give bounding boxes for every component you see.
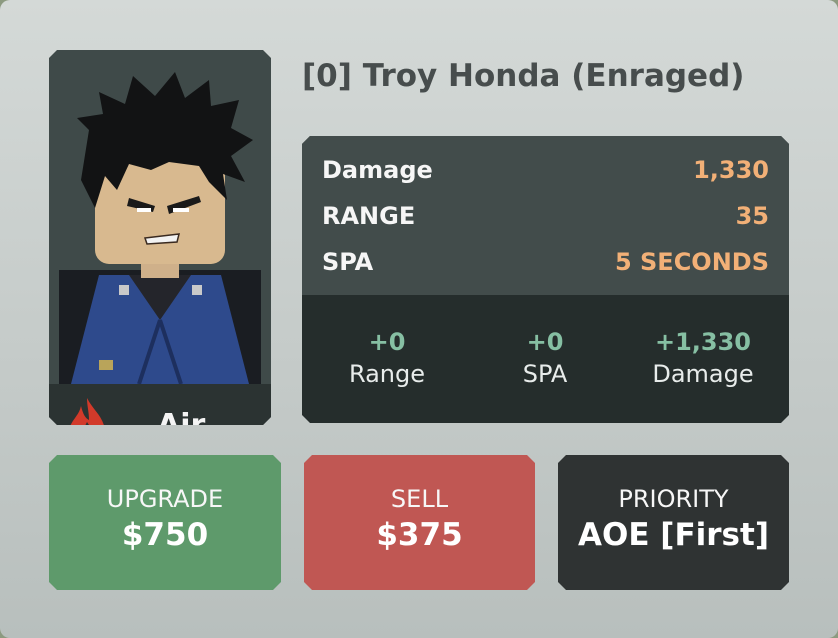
element-label: Air — [157, 408, 206, 443]
unit-name: [0] Troy Honda (Enraged) — [302, 58, 745, 94]
priority-title: PRIORITY — [618, 485, 729, 513]
flame-icon — [63, 396, 111, 458]
unit-info-panel: Air [0] Troy Honda (Enraged) Damage 1,33… — [0, 0, 838, 638]
bonus-spa: +0 SPA — [465, 326, 625, 390]
bonus-label: Range — [348, 360, 426, 388]
stat-row-range: RANGE 35 — [322, 202, 769, 238]
priority-value: AOE [First] — [577, 517, 769, 553]
stat-value: 1,330 — [693, 156, 769, 184]
stat-label: SPA — [322, 248, 374, 276]
sell-value: $375 — [376, 517, 463, 553]
bonus-damage: +1,330 Damage — [623, 326, 783, 390]
stat-label: Damage — [322, 156, 433, 184]
stat-value: 5 SECONDS — [614, 248, 769, 276]
unit-portrait — [59, 70, 261, 384]
bonus-value: +0 — [368, 328, 406, 356]
bonus-label: SPA — [522, 360, 568, 388]
base-stats: Damage 1,330 RANGE 35 SPA 5 SECONDS — [302, 136, 789, 295]
bonus-value: +0 — [526, 328, 564, 356]
stat-label: RANGE — [322, 202, 416, 230]
bonus-range: +0 Range — [307, 326, 467, 390]
upgrade-cost: $750 — [121, 517, 209, 553]
stats-card: Damage 1,330 RANGE 35 SPA 5 SECONDS +0 R… — [302, 136, 789, 423]
stat-row-spa: SPA 5 SECONDS — [322, 248, 769, 284]
bonus-label: Damage — [652, 360, 754, 388]
upgrade-button[interactable]: UPGRADE $750 — [49, 455, 281, 590]
priority-button[interactable]: PRIORITY AOE [First] — [558, 455, 789, 590]
unit-portrait-card: Air — [49, 50, 271, 425]
stat-value: 35 — [735, 202, 769, 230]
sell-title: SELL — [390, 485, 449, 513]
upgrade-title: UPGRADE — [106, 485, 224, 513]
stat-row-damage: Damage 1,330 — [322, 156, 769, 192]
sell-button[interactable]: SELL $375 — [304, 455, 535, 590]
bonus-value: +1,330 — [654, 328, 752, 356]
